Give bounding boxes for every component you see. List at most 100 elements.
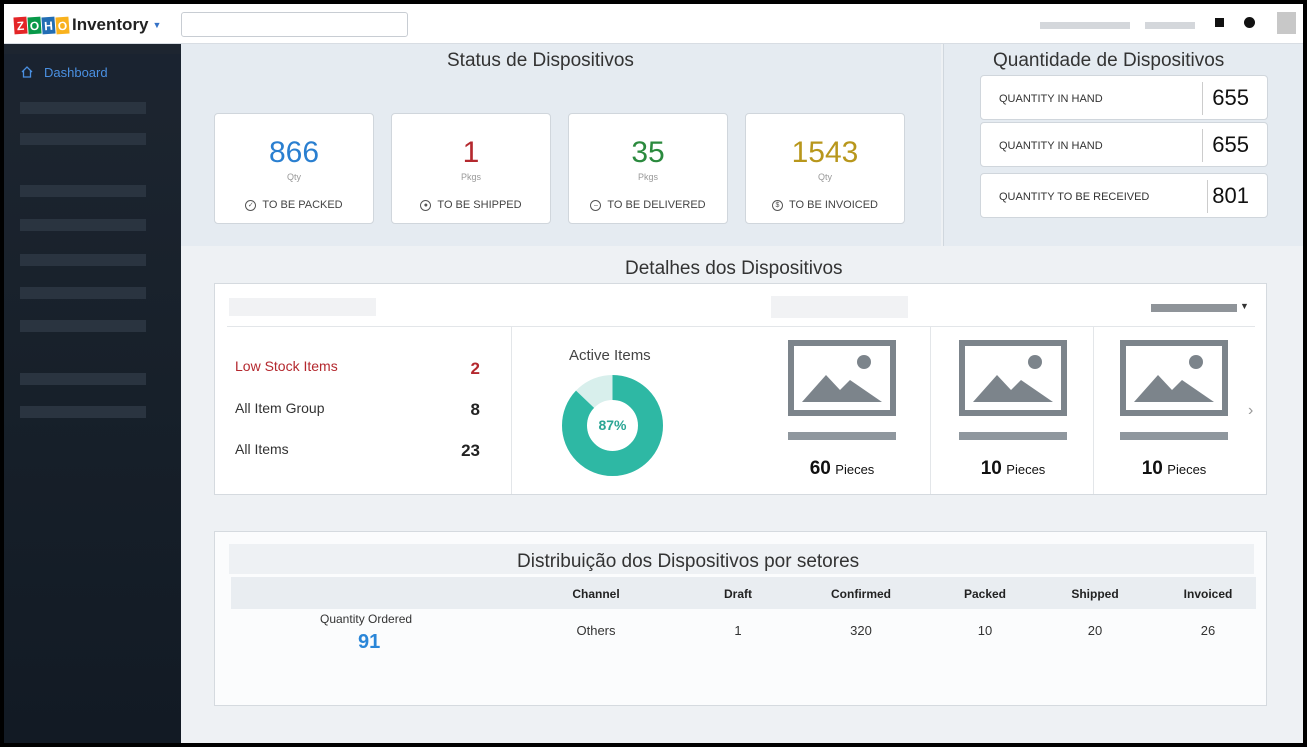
quantity-label: QUANTITY TO BE RECEIVED: [999, 191, 1150, 203]
table-cell: 26: [1200, 623, 1216, 638]
status-unit: Pkgs: [460, 172, 481, 182]
product-quantity: 60 Pieces: [788, 458, 896, 480]
distribution-title: Distribuição dos Dispositivos por setore…: [517, 551, 860, 572]
product-card[interactable]: 60 Pieces: [788, 336, 900, 486]
zoho-logo: Z O H O: [13, 16, 70, 34]
product-quantity-unit: Pieces: [1167, 462, 1207, 477]
to-be-invoiced-card[interactable]: 1543 Qty $ TO BE INVOICED: [745, 113, 905, 224]
product-quantity-unit: Pieces: [835, 462, 875, 477]
sidebar-item-dashboard[interactable]: Dashboard: [4, 54, 181, 90]
square-icon[interactable]: [1215, 18, 1224, 27]
column-header: Channel: [572, 587, 620, 601]
column-header: Packed: [963, 587, 1007, 601]
column-header: Confirmed: [831, 587, 891, 601]
sidebar-item[interactable]: [20, 254, 146, 266]
column-header: Invoiced: [1183, 587, 1233, 601]
ship-circle-icon: ●: [420, 199, 432, 211]
sidebar-item[interactable]: [20, 287, 146, 299]
status-value: 1543: [791, 136, 859, 169]
product-quantity-value: 10: [1141, 458, 1163, 479]
details-title: Detalhes dos Dispositivos: [625, 258, 843, 279]
circle-icon[interactable]: [1244, 17, 1255, 28]
status-value: 1: [462, 136, 480, 169]
product-name-placeholder: [959, 432, 1067, 440]
divider: [1207, 180, 1208, 213]
status-value: 35: [631, 136, 665, 169]
image-placeholder-icon: [788, 340, 896, 416]
sidebar-item[interactable]: [20, 373, 146, 385]
low-stock-items-count: 2: [470, 359, 480, 378]
all-item-group-count: 8: [470, 400, 480, 419]
app-name: Inventory: [72, 15, 149, 34]
divider: [1202, 129, 1203, 162]
quantity-in-hand-card: QUANTITY IN HAND 655: [980, 75, 1268, 120]
sidebar-item[interactable]: [20, 185, 146, 197]
status-label: TO BE SHIPPED: [437, 199, 522, 211]
sidebar-item[interactable]: [20, 219, 146, 231]
column-header: Shipped: [1071, 587, 1119, 601]
active-items-title: Active Items: [569, 347, 651, 364]
status-label-row: – TO BE DELIVERED: [569, 199, 727, 211]
sidebar-item[interactable]: [20, 406, 146, 418]
sidebar-item[interactable]: [20, 102, 146, 114]
product-quantity-unit: Pieces: [1006, 462, 1046, 477]
divider: [1202, 82, 1203, 115]
to-be-shipped-card[interactable]: 1 Pkgs ● TO BE SHIPPED: [391, 113, 551, 224]
home-icon: [21, 66, 33, 78]
low-stock-items-link[interactable]: Low Stock Items: [235, 358, 338, 374]
distribution-title-bar: Distribuição dos Dispositivos por setore…: [229, 544, 1254, 574]
all-item-group-link[interactable]: All Item Group: [235, 400, 324, 416]
status-label-row: ✓ TO BE PACKED: [215, 199, 373, 211]
logo-letter: O: [27, 16, 42, 34]
avatar[interactable]: [1277, 12, 1296, 34]
divider: [1093, 326, 1094, 494]
app-window: Z O H O Inventory ▼ Dashboard Status de …: [4, 4, 1303, 743]
sidebar-item[interactable]: [20, 133, 146, 145]
status-unit: Qty: [286, 172, 301, 182]
top-bar-placeholder: [1145, 22, 1195, 29]
quantity-value: 801: [1212, 183, 1249, 208]
panel-header-placeholder: [229, 298, 376, 316]
status-label-row: ● TO BE SHIPPED: [392, 199, 550, 211]
top-bar-placeholder: [1040, 22, 1130, 29]
all-items-count: 23: [461, 441, 480, 460]
divider: [511, 326, 512, 494]
product-name-placeholder: [788, 432, 896, 440]
sidebar-item[interactable]: [20, 320, 146, 332]
sidebar-item-label: Dashboard: [44, 64, 108, 80]
quantity-ordered-value: 91: [358, 631, 381, 653]
invoice-circle-icon: $: [771, 199, 783, 211]
to-be-delivered-card[interactable]: 35 Pkgs – TO BE DELIVERED: [568, 113, 728, 224]
status-label: TO BE PACKED: [262, 199, 343, 211]
divider: [930, 326, 931, 494]
quantity-value: 655: [1212, 85, 1249, 110]
sidebar: Dashboard: [4, 44, 181, 743]
product-name-placeholder: [1120, 432, 1228, 440]
image-placeholder-icon: [1120, 340, 1228, 416]
details-panel: ▼ Low Stock Items 2 All Item Group 8 All…: [214, 283, 1267, 495]
product-quantity-value: 10: [980, 458, 1002, 479]
image-placeholder-icon: [959, 340, 1067, 416]
to-be-packed-card[interactable]: 866 Qty ✓ TO BE PACKED: [214, 113, 374, 224]
chevron-right-icon[interactable]: ›: [1248, 402, 1253, 420]
status-unit: Pkgs: [637, 172, 658, 182]
panel-header-placeholder: [771, 296, 908, 318]
donut-percent-label: 87%: [598, 417, 627, 433]
status-section: Status de Dispositivos 866 Qty ✓ TO BE P…: [181, 44, 941, 246]
chevron-down-icon[interactable]: ▼: [153, 20, 162, 30]
status-label-row: $ TO BE INVOICED: [746, 199, 904, 211]
logo-letter: Z: [13, 16, 28, 34]
caret-down-icon[interactable]: ▼: [1240, 301, 1249, 311]
all-items-link[interactable]: All Items: [235, 441, 289, 457]
product-card[interactable]: 10 Pieces: [1120, 336, 1232, 486]
table-cell: 20: [1087, 623, 1103, 638]
app-logo[interactable]: Z O H O Inventory ▼: [13, 15, 162, 35]
main-content: Status de Dispositivos 866 Qty ✓ TO BE P…: [181, 44, 1303, 743]
period-dropdown[interactable]: [1151, 304, 1237, 312]
table-cell: Others: [576, 623, 616, 638]
status-title: Status de Dispositivos: [447, 50, 634, 71]
product-quantity-value: 60: [809, 458, 831, 479]
product-card[interactable]: 10 Pieces: [959, 336, 1071, 486]
search-input[interactable]: [181, 12, 408, 37]
quantity-to-be-received-card: QUANTITY TO BE RECEIVED 801: [980, 173, 1268, 218]
